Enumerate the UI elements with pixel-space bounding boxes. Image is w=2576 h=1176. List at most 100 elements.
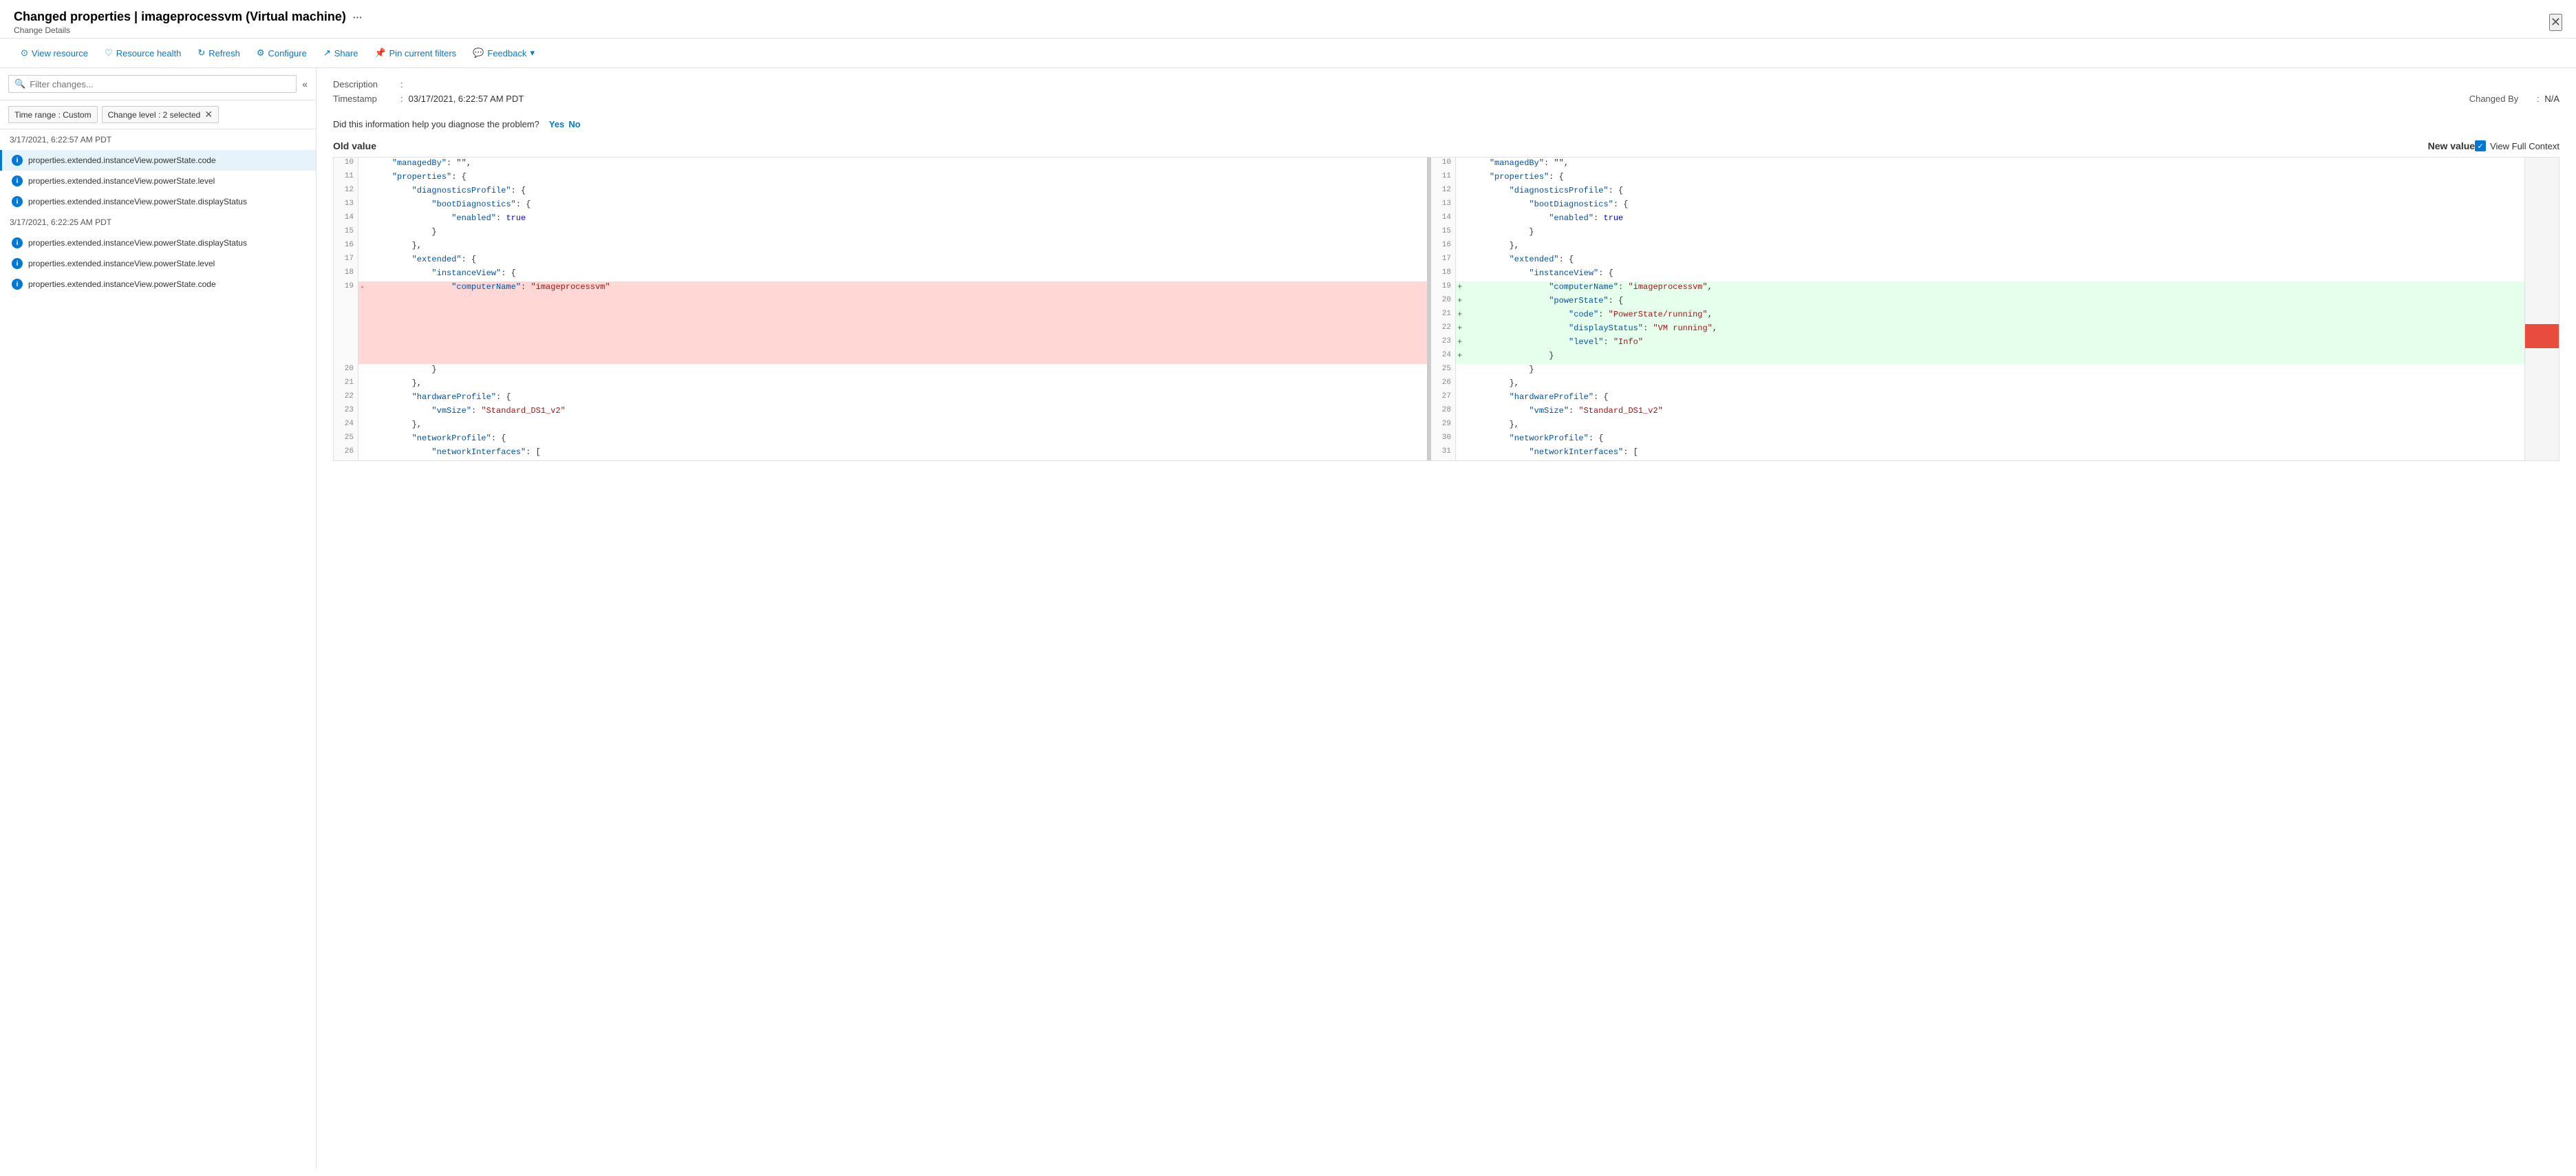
diff-line-content: } xyxy=(368,364,1427,378)
description-label: Description xyxy=(333,79,395,89)
diff-line-content xyxy=(368,309,1427,323)
diff-line-content: "hardwareProfile": { xyxy=(1466,392,2524,405)
collapse-panel-button[interactable]: « xyxy=(302,78,308,89)
info-icon: i xyxy=(12,196,23,207)
feedback-yes-button[interactable]: Yes xyxy=(549,119,564,129)
diff-line-content: "bootDiagnostics": { xyxy=(368,199,1427,213)
new-diff-pane: 10 "managedBy": "",11 "properties": {12 … xyxy=(1431,158,2524,460)
diff-line-content: "computerName": "imageprocessvm" xyxy=(368,281,1427,295)
diff-line-content: }, xyxy=(368,419,1427,433)
view-full-context: ✓ View Full Context xyxy=(2475,140,2559,151)
diff-line-content: } xyxy=(1466,350,2524,364)
diff-line-content: "managedBy": "", xyxy=(1466,158,2524,171)
pin-current-filters-button[interactable]: 📌 Pin current filters xyxy=(367,44,463,62)
info-icon: i xyxy=(12,279,23,290)
view-full-context-checkbox[interactable]: ✓ xyxy=(2475,140,2486,151)
diff-line-content: "hardwareProfile": { xyxy=(368,392,1427,405)
share-button[interactable]: ↗ Share xyxy=(316,44,365,62)
diff-line-content: } xyxy=(1466,364,2524,378)
diff-line-content: "properties": { xyxy=(1466,171,2524,185)
filter-tags: Time range : Custom Change level : 2 sel… xyxy=(0,100,316,129)
diff-line-content: "powerState": { xyxy=(1466,295,2524,309)
diff-line-content: "networkProfile": { xyxy=(1466,433,2524,447)
diff-line-content: "instanceView": { xyxy=(368,268,1427,281)
diff-header-row: Old value New value ✓ View Full Context xyxy=(333,140,2559,151)
diff-line-content xyxy=(368,336,1427,350)
feedback-question: Did this information help you diagnose t… xyxy=(333,119,539,129)
changed-by-label: Changed By xyxy=(2469,94,2531,104)
mini-map[interactable] xyxy=(2524,158,2559,460)
diff-line-content: "diagnosticsProfile": { xyxy=(1466,185,2524,199)
change-item[interactable]: i properties.extended.instanceView.powerS… xyxy=(0,191,316,212)
diff-line-content: "code": "PowerState/running", xyxy=(1466,309,2524,323)
refresh-button[interactable]: ↻ Refresh xyxy=(191,44,246,62)
diff-line-content: "properties": { xyxy=(368,171,1427,185)
change-item[interactable]: i properties.extended.instanceView.powerS… xyxy=(0,233,316,253)
description-row: Description : xyxy=(333,79,2559,89)
diff-line-content: "managedBy": "", xyxy=(368,158,1427,171)
timestamp-row: Timestamp : 03/17/2021, 6:22:57 AM PDT C… xyxy=(333,94,2559,104)
right-panel: Description : Timestamp : 03/17/2021, 6:… xyxy=(316,68,2576,1168)
refresh-icon: ↻ xyxy=(197,47,205,58)
change-level-tag-close[interactable]: ✕ xyxy=(204,109,213,120)
change-item-text: properties.extended.instanceView.powerSt… xyxy=(28,176,215,186)
diff-line-content: }, xyxy=(368,240,1427,254)
change-item-text: properties.extended.instanceView.powerSt… xyxy=(28,238,247,248)
diff-section: Old value New value ✓ View Full Context … xyxy=(316,140,2576,472)
view-resource-button[interactable]: ⊙ View resource xyxy=(14,44,95,62)
info-icon: i xyxy=(12,155,23,166)
new-value-label: New value xyxy=(2428,140,2475,151)
configure-button[interactable]: ⚙ Configure xyxy=(250,44,314,62)
ellipsis-icon[interactable]: ··· xyxy=(353,12,363,23)
change-item[interactable]: iproperties.extended.instanceView.powerS… xyxy=(0,253,316,274)
search-icon: 🔍 xyxy=(14,78,25,89)
diff-line-content: "level": "Info" xyxy=(1466,336,2524,350)
diff-line-content: "displayStatus": "VM running", xyxy=(1466,323,2524,336)
change-group-header-1: 3/17/2021, 6:22:25 AM PDT xyxy=(0,212,316,233)
diff-line-content: "bootDiagnostics": { xyxy=(1466,199,2524,213)
heart-icon: ♡ xyxy=(105,47,113,58)
change-item-text: properties.extended.instanceView.powerSt… xyxy=(28,259,215,268)
diff-line-content: }, xyxy=(1466,378,2524,392)
feedback-no-button[interactable]: No xyxy=(568,119,580,129)
pin-icon: 📌 xyxy=(374,47,385,58)
change-item[interactable]: i properties.extended.instanceView.powerS… xyxy=(0,150,316,171)
diff-line-content xyxy=(368,323,1427,336)
change-group-header-0: 3/17/2021, 6:22:57 AM PDT xyxy=(0,129,316,150)
change-item[interactable]: i properties.extended.instanceView.powerS… xyxy=(0,274,316,295)
feedback-bar: Did this information help you diagnose t… xyxy=(316,114,2576,140)
timestamp-label: Timestamp xyxy=(333,94,395,104)
change-item[interactable]: i properties.extended.instanceView.powerS… xyxy=(0,171,316,191)
diff-line-content: "networkInterfaces": [ xyxy=(1466,447,2524,460)
filter-input[interactable] xyxy=(30,79,290,89)
info-icon: i xyxy=(12,175,23,186)
feedback-button[interactable]: 💬 Feedback ▾ xyxy=(466,44,541,62)
chevron-down-icon: ▾ xyxy=(530,47,535,58)
change-item-text: properties.extended.instanceView.powerSt… xyxy=(28,279,216,289)
diff-line-content: "extended": { xyxy=(1466,254,2524,268)
diff-line-content: } xyxy=(368,226,1427,240)
change-item-text: properties.extended.instanceView.powerSt… xyxy=(28,156,216,165)
diff-line-content: }, xyxy=(1466,419,2524,433)
diff-line-content xyxy=(368,350,1427,364)
diff-line-content: }, xyxy=(1466,240,2524,254)
diff-line-content: "instanceView": { xyxy=(1466,268,2524,281)
filter-input-wrap: 🔍 xyxy=(8,75,297,93)
close-button[interactable]: ✕ xyxy=(2549,14,2562,31)
old-value-label: Old value xyxy=(333,140,376,151)
diff-line-content: }, xyxy=(368,378,1427,392)
left-panel: 🔍 « Time range : Custom Change level : 2… xyxy=(0,68,316,1168)
resource-health-button[interactable]: ♡ Resource health xyxy=(98,44,188,62)
change-item-text: properties.extended.instanceView.powerSt… xyxy=(28,197,247,206)
diff-container: 10 "managedBy": "",11 "properties": {12 … xyxy=(333,157,2559,461)
timestamp-value: 03/17/2021, 6:22:57 AM PDT xyxy=(409,94,524,104)
diff-line-content: "vmSize": "Standard_DS1_v2" xyxy=(1466,405,2524,419)
diff-line-content: "computerName": "imageprocessvm", xyxy=(1466,281,2524,295)
detail-meta: Description : Timestamp : 03/17/2021, 6:… xyxy=(316,68,2576,114)
diff-line-content: "networkInterfaces": [ xyxy=(368,447,1427,460)
diff-line-content: } xyxy=(1466,226,2524,240)
diff-line-content: "enabled": true xyxy=(1466,213,2524,226)
page-title: Changed properties | imageprocessvm (Vir… xyxy=(14,10,363,24)
info-icon: i xyxy=(12,237,23,248)
view-resource-icon: ⊙ xyxy=(21,47,28,58)
